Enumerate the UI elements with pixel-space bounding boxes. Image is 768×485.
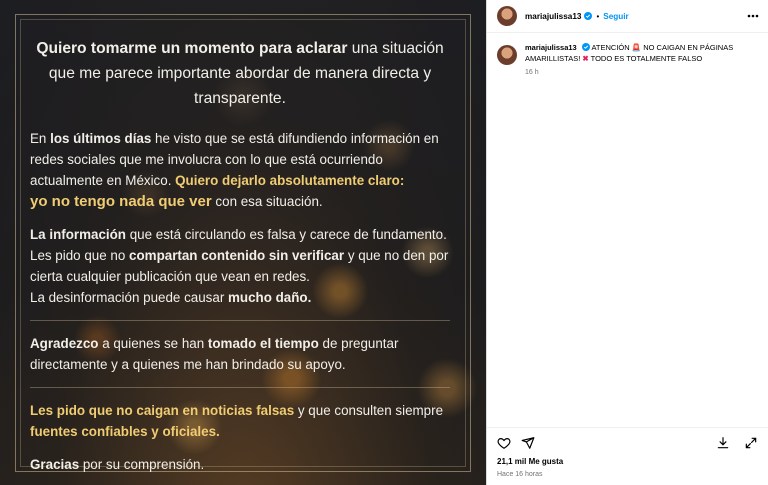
verified-badge-icon xyxy=(581,43,590,51)
caption-avatar[interactable] xyxy=(497,45,517,65)
caption-text-1: ATENCIÓN xyxy=(591,43,630,52)
p4-b: y que consulten siempre xyxy=(294,403,444,418)
p1-a: En xyxy=(30,131,51,146)
p2-c: Les pido que no xyxy=(30,248,130,263)
share-icon[interactable] xyxy=(521,436,535,450)
p1-f: con esa situación. xyxy=(211,194,323,209)
heading-bold: Quiero tomarme un momento para aclarar xyxy=(36,40,348,57)
heart-icon[interactable] xyxy=(497,436,511,450)
post-image[interactable]: Quiero tomarme un momento para aclarar u… xyxy=(0,0,486,485)
action-bar-right xyxy=(716,436,758,450)
caption-time: 16 h xyxy=(525,69,539,76)
p1-b: los últimos días xyxy=(50,131,152,146)
caption-body: mariajulissa13 ATENCIÓN 🚨 NO CAIGAN EN P… xyxy=(525,43,760,79)
p3-c: tomado el tiempo xyxy=(207,336,319,351)
alert-emoji-icon: 🚨 xyxy=(631,43,642,52)
caption: mariajulissa13 ATENCIÓN 🚨 NO CAIGAN EN P… xyxy=(487,33,768,79)
closing-b: por su comprensión. xyxy=(79,457,205,472)
follow-button[interactable]: Seguir xyxy=(603,12,628,21)
comments-panel: mariajulissa13 • Seguir mariajulissa13 A… xyxy=(486,0,768,485)
p2-d: compartan contenido sin verificar xyxy=(129,248,345,263)
p2-a: La información xyxy=(30,227,126,242)
p4-a: Les pido que no caigan en noticias falsa… xyxy=(30,403,295,418)
p1-e: yo no tengo nada que ver xyxy=(30,193,212,210)
post-time: Hace 16 horas xyxy=(497,471,543,478)
instagram-post-view: Quiero tomarme un momento para aclarar u… xyxy=(0,0,768,485)
p2-b: que está circulando es falsa y carece de… xyxy=(125,227,447,242)
divider xyxy=(30,387,450,388)
expand-icon[interactable] xyxy=(744,436,758,450)
verified-badge-icon xyxy=(584,12,593,20)
divider xyxy=(30,320,450,321)
caption-text-3: TODO ES TOTALMENTE FALSO xyxy=(590,53,703,63)
p1-d: Quiero dejarlo absolutamente claro: xyxy=(175,173,405,188)
header-username[interactable]: mariajulissa13 xyxy=(525,12,581,21)
more-options-icon[interactable] xyxy=(746,9,760,23)
post-header: mariajulissa13 • Seguir xyxy=(487,0,768,33)
avatar[interactable] xyxy=(497,6,517,26)
p3-b: a quienes se han xyxy=(98,336,208,351)
caption-username[interactable]: mariajulissa13 xyxy=(525,43,577,52)
action-bar xyxy=(487,427,768,457)
image-closing: Gracias por su comprensión. xyxy=(30,454,450,475)
comments-area xyxy=(487,79,768,428)
p2-g: mucho daño. xyxy=(228,290,312,305)
image-paragraph-1: En los últimos días he visto que se está… xyxy=(30,128,450,212)
image-heading: Quiero tomarme un momento para aclarar u… xyxy=(30,36,450,111)
post-image-text: Quiero tomarme un momento para aclarar u… xyxy=(30,36,450,485)
download-icon[interactable] xyxy=(716,436,730,450)
image-paragraph-3: Agradezco a quienes se han tomado el tie… xyxy=(30,333,450,375)
image-paragraph-4: Les pido que no caigan en noticias falsa… xyxy=(30,400,450,442)
separator-dot: • xyxy=(596,11,600,21)
image-paragraph-2: La información que está circulando es fa… xyxy=(30,224,450,308)
p2-f: La desinformación puede causar xyxy=(30,290,229,305)
caption-line: mariajulissa13 ATENCIÓN 🚨 NO CAIGAN EN P… xyxy=(525,43,760,64)
closing-a: Gracias xyxy=(30,457,80,472)
p4-c: fuentes confiables y oficiales. xyxy=(30,424,220,439)
likes-count[interactable]: 21,1 mil Me gusta xyxy=(487,457,768,469)
cross-mark-icon: ✖ xyxy=(582,53,589,63)
p3-a: Agradezco xyxy=(30,336,99,351)
